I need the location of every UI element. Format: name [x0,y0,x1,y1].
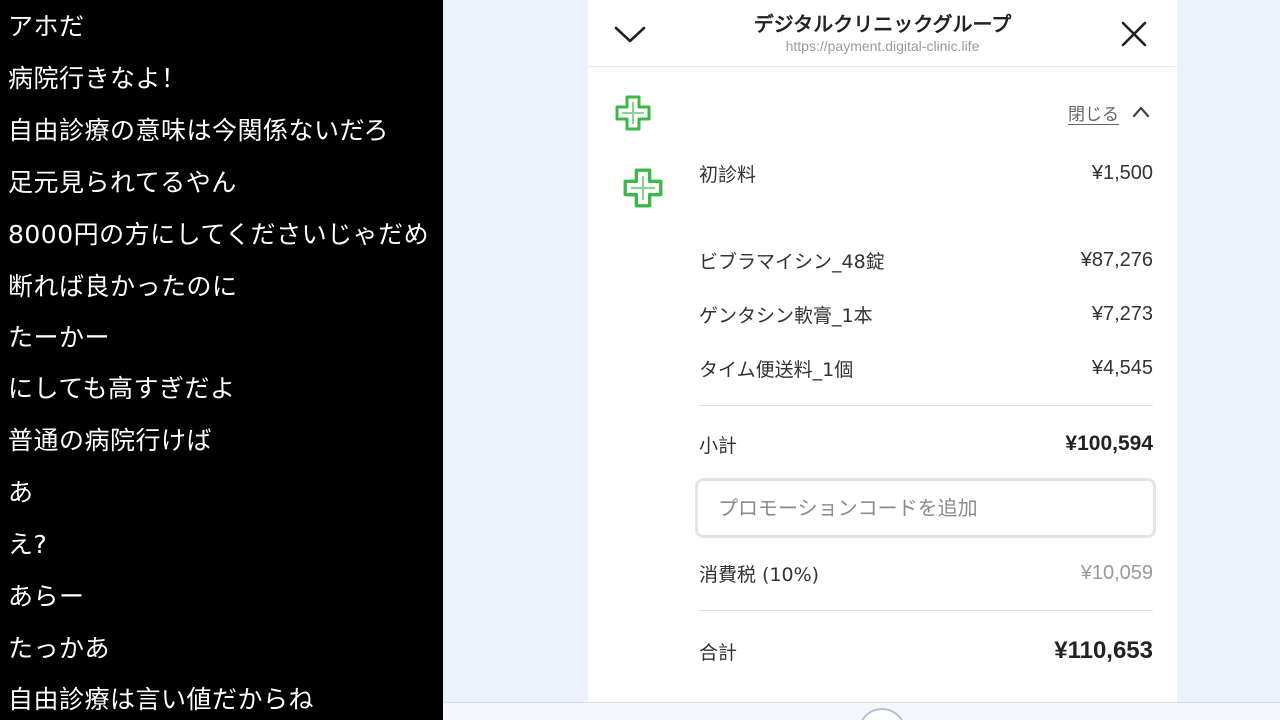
merchant-title: デジタルクリニックグループ [753,12,1012,36]
promo-code-field[interactable] [695,478,1156,538]
close-icon[interactable] [1120,20,1148,48]
subtotal-row: 小計 ¥100,594 [699,429,1153,459]
line-item: 初診料 ¥1,500 [699,158,1153,188]
payment-sheet: デジタルクリニックグループ https://payment.digital-cl… [588,0,1177,702]
line-item: タイム便送料_1個 ¥4,545 [699,353,1153,383]
comment: 自由診療の意味は今関係ないだろ [8,116,390,145]
comment: たっかあ [8,634,111,663]
line-item-name: 初診料 [699,163,757,186]
comment-panel: アホだ 病院行きなよ！ 自由診療の意味は今関係ないだろ 足元見られてるやん 80… [0,0,443,720]
collapse-toggle[interactable]: 閉じる [1068,100,1151,125]
comment: え? [8,530,48,559]
divider [699,610,1153,611]
subtotal-amount: ¥100,594 [1065,432,1153,455]
comment: 普通の病院行けば [8,426,213,455]
merchant-url: https://payment.digital-clinic.life [785,38,980,54]
total-row: 合計 ¥110,653 [699,636,1153,666]
line-item-amount: ¥87,276 [1080,248,1153,271]
line-item-name: ビブラマイシン_48錠 [699,250,885,273]
comment: あらー [8,582,85,611]
tax-row: 消費税 (10%) ¥10,059 [699,558,1153,588]
tax-label: 消費税 (10%) [699,563,820,586]
chevron-up-icon[interactable] [1131,105,1151,119]
comment: 病院行きなよ！ [8,64,187,93]
line-item-name: ゲンタシン軟膏_1本 [699,304,873,327]
comment: にしても高すぎだよ [8,374,236,403]
divider [699,405,1153,406]
total-amount: ¥110,653 [1054,637,1153,664]
line-item-amount: ¥7,273 [1091,302,1153,325]
total-label: 合計 [699,641,738,664]
comment: 断れば良かったのに [8,272,238,301]
subtotal-label: 小計 [699,434,738,457]
clinic-cross-logo [615,95,651,131]
line-item: ゲンタシン軟膏_1本 ¥7,273 [699,299,1153,329]
line-item-name: タイム便送料_1個 [699,358,854,381]
promo-code-input[interactable] [698,481,1153,535]
comment: 足元見られてるやん [8,168,237,197]
line-item-amount: ¥4,545 [1091,356,1153,379]
line-item-amount: ¥1,500 [1091,161,1153,184]
sheet-header: デジタルクリニックグループ https://payment.digital-cl… [588,0,1177,67]
comment: 8000円の方にしてくださいじゃだめ [8,220,430,249]
tax-amount: ¥10,059 [1080,561,1153,584]
clinic-cross-logo [623,168,663,208]
comment: あ [8,478,34,507]
line-item: ビブラマイシン_48錠 ¥87,276 [699,245,1153,275]
collapse-label[interactable]: 閉じる [1068,100,1119,125]
comment: アホだ [8,12,85,41]
comment: たーかー [8,323,111,352]
comment: 自由診療は言い値だからね [8,685,315,714]
